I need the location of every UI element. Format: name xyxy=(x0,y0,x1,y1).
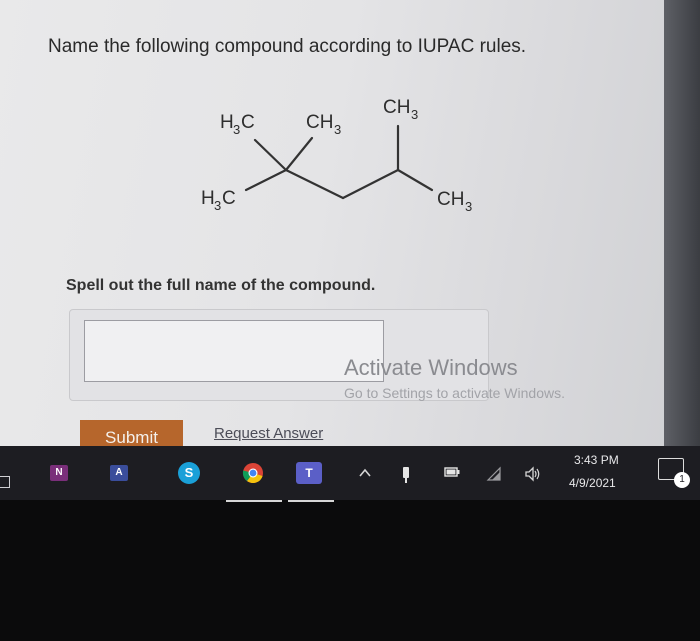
bond-c3-c4 xyxy=(341,168,400,200)
activate-windows-title: Activate Windows xyxy=(344,355,518,380)
battery-icon[interactable] xyxy=(444,466,460,478)
notification-count-badge: 1 xyxy=(674,472,690,488)
immersive-reader-icon[interactable]: A xyxy=(110,465,128,481)
svg-text:3: 3 xyxy=(411,107,418,122)
bond-c2-c2methyl xyxy=(284,136,314,172)
taskbar-edge-icon[interactable] xyxy=(0,476,10,488)
svg-text:H: H xyxy=(220,112,234,133)
teams-active-indicator xyxy=(288,500,334,502)
svg-text:C: C xyxy=(222,188,236,209)
page-scrollbar[interactable] xyxy=(664,0,700,458)
svg-text:CH: CH xyxy=(437,189,464,210)
svg-text:CH: CH xyxy=(306,112,333,133)
bond-c2-c3 xyxy=(284,168,345,200)
svg-text:C: C xyxy=(241,112,255,133)
label-upper-left-methyl: H 3 C xyxy=(220,112,255,137)
svg-text:H: H xyxy=(201,188,215,209)
onenote-icon[interactable]: N xyxy=(50,465,68,481)
chrome-active-indicator xyxy=(226,500,282,502)
taskbar-date[interactable]: 4/9/2021 xyxy=(569,476,616,490)
svg-text:3: 3 xyxy=(214,198,221,213)
bond-c4-c5 xyxy=(396,168,434,192)
chrome-icon[interactable] xyxy=(242,462,264,484)
request-answer-link[interactable]: Request Answer xyxy=(214,425,323,442)
svg-text:3: 3 xyxy=(334,122,341,137)
activate-windows-subtitle: Go to Settings to activate Windows. xyxy=(344,385,565,401)
answer-instruction: Spell out the full name of the compound. xyxy=(66,277,376,294)
wifi-icon[interactable] xyxy=(486,466,502,482)
svg-text:3: 3 xyxy=(465,199,472,214)
label-upper-right-methyl: CH 3 xyxy=(383,97,418,122)
answer-input[interactable] xyxy=(84,320,384,382)
question-page: Name the following compound according to… xyxy=(0,0,700,458)
usb-icon[interactable] xyxy=(400,466,412,484)
structure-diagram: H 3 C CH 3 CH 3 H 3 C CH 3 xyxy=(201,97,472,214)
skype-icon[interactable]: S xyxy=(178,462,200,484)
taskbar-time[interactable]: 3:43 PM xyxy=(574,453,619,467)
label-left-methyl: H 3 C xyxy=(201,188,236,213)
chevron-up-icon[interactable] xyxy=(358,466,372,480)
bond-c2-left-methyl xyxy=(244,168,288,192)
label-right-methyl: CH 3 xyxy=(437,189,472,214)
label-upper-mid-methyl: CH 3 xyxy=(306,112,341,137)
svg-text:CH: CH xyxy=(383,97,410,118)
volume-icon[interactable] xyxy=(524,466,542,482)
teams-icon[interactable]: T xyxy=(296,462,322,484)
bond-c1-c2 xyxy=(253,138,288,172)
svg-text:3: 3 xyxy=(233,122,240,137)
